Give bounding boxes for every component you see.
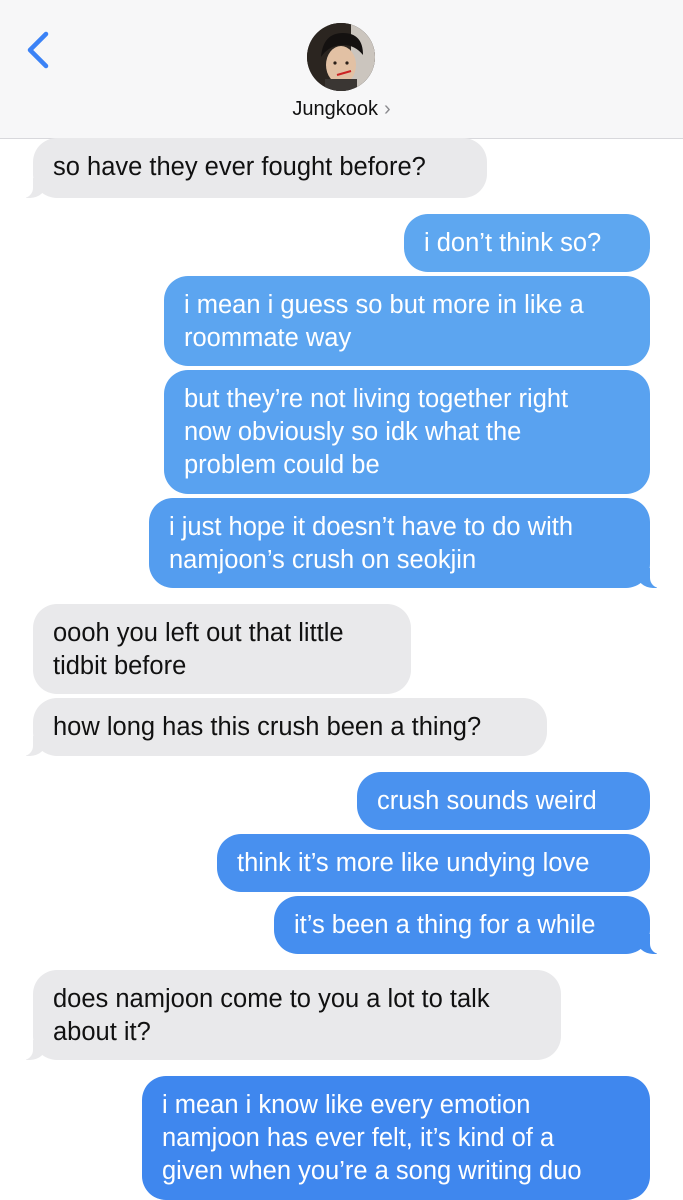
sent-message-bubble[interactable]: i just hope it doesn’t have to do with na… bbox=[149, 498, 676, 588]
sent-message-bubble[interactable]: it’s been a thing for a while bbox=[274, 896, 676, 954]
sent-message-bubble[interactable]: i don’t think so? bbox=[404, 214, 650, 272]
sent-message-bubble[interactable]: but they’re not living together right now… bbox=[164, 370, 650, 494]
message-text-line: i mean i know like every emotion bbox=[162, 1091, 531, 1119]
message-text-line: think it’s more like undying love bbox=[237, 849, 590, 877]
received-message-bubble[interactable]: so have they ever fought before? bbox=[7, 138, 487, 198]
message-text-line: i don’t think so? bbox=[424, 229, 602, 257]
message-text-line: it’s been a thing for a while bbox=[294, 911, 596, 939]
message-text-line: oooh you left out that little bbox=[53, 619, 344, 647]
sent-message-bubble[interactable]: i mean i know like every emotion namjoon … bbox=[142, 1076, 650, 1200]
message-text-line: problem could be bbox=[184, 451, 380, 479]
message-text-line: now obviously so idk what the bbox=[184, 418, 522, 446]
message-text-line: given when you’re a song writing duo bbox=[162, 1157, 582, 1185]
sent-message-bubble[interactable]: think it’s more like undying love bbox=[217, 834, 650, 892]
message-text-line: namjoon’s crush on seokjin bbox=[169, 546, 477, 574]
message-text-line: so have they ever fought before? bbox=[53, 153, 426, 181]
message-text-line: i mean i guess so but more in like a bbox=[184, 291, 584, 319]
message-text-line: namjoon has ever felt, it’s kind of a bbox=[162, 1124, 555, 1152]
message-text-line: tidbit before bbox=[53, 652, 187, 680]
message-text-line: about it? bbox=[53, 1018, 151, 1046]
message-text-line: roommate way bbox=[184, 324, 352, 352]
message-text-line: but they’re not living together right bbox=[184, 385, 569, 413]
message-text-line: how long has this crush been a thing? bbox=[53, 713, 482, 741]
message-text-line: does namjoon come to you a lot to talk bbox=[53, 985, 490, 1013]
received-message-bubble[interactable]: oooh you left out that little tidbit befo… bbox=[33, 604, 411, 694]
received-message-bubble[interactable]: how long has this crush been a thing? bbox=[7, 698, 547, 756]
sent-message-bubble[interactable]: i mean i guess so but more in like a room… bbox=[164, 276, 650, 366]
received-message-bubble[interactable]: does namjoon come to you a lot to talk ab… bbox=[7, 970, 561, 1060]
message-text-line: crush sounds weird bbox=[377, 787, 597, 815]
message-list: so have they ever fought before? i don’t … bbox=[0, 0, 683, 1200]
message-text-line: i just hope it doesn’t have to do with bbox=[169, 513, 574, 541]
sent-message-bubble[interactable]: crush sounds weird bbox=[357, 772, 650, 830]
